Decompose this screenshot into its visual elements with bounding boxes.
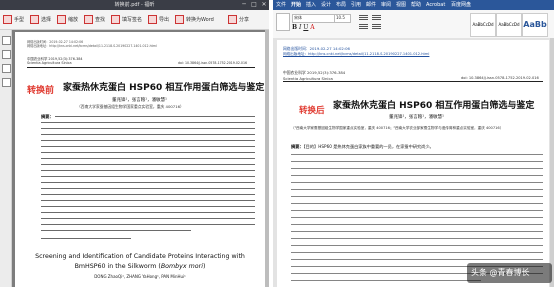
sign-label: 填写签名 [122,17,143,23]
tab-review[interactable]: 审阅 [381,1,391,9]
attachment-icon[interactable] [2,78,11,87]
export-label: 导出 [159,17,170,23]
tab-mailings[interactable]: 邮件 [366,1,376,9]
style-normal[interactable]: AaBbCcDd [470,13,496,37]
hand-icon [3,15,12,24]
tab-layout[interactable]: 布局 [336,1,346,9]
pdf-meta-line2: 网络出版地址：http://kns.cnki.net/kcms/detail/1… [27,44,157,48]
watermark-badge: 头条 @青春博长 [467,263,552,283]
pdf-affiliation-cn: （西南大学家蚕基因组生物学国家重点实验室，重庆 400716） [77,104,184,109]
word-doi: doi: 10.3864/j.issn.0578-1752.2019.02.01… [461,76,539,80]
zoom-icon [57,15,66,24]
pdf-title-en-line2: BmHSP60 in the Silkworm (Bombyx mori) [15,263,265,270]
minimize-icon[interactable]: ─ [240,1,248,9]
find-label: 查找 [95,17,106,23]
maximize-icon[interactable]: □ [250,1,258,9]
zoom-button[interactable]: 缩放 [57,14,78,26]
font-name-select[interactable]: 宋体 [292,14,335,23]
search-icon [84,15,93,24]
watermark-text: 头条 @青春博长 [471,268,530,277]
word-ribbon: 宋体 10.5 B I U A AaBbCcDd AaBbCcDd AaBb [273,10,554,38]
pdf-header-rule [27,67,255,68]
thumbnail-icon[interactable] [2,50,11,59]
pdf-authors-cn: 董兆锋¹，张言粮¹，潘敏慧¹ [112,98,167,103]
hand-label: 手型 [14,17,25,23]
find-button[interactable]: 查找 [84,14,105,26]
tab-insert[interactable]: 插入 [306,1,316,9]
pdf-title-text: 转换前.pdf - 福昕 [114,2,155,8]
tab-file[interactable]: 文件 [276,1,286,9]
word-meta-line2[interactable]: 网络出版地址：http://kns.cnki.net/kcms/detail/1… [283,52,429,57]
tab-design[interactable]: 设计 [321,1,331,9]
pdf-journal-en: Scientia Agricultura Sinica [27,61,72,65]
style-no-spacing[interactable]: AaBbCcDd [496,13,522,37]
tab-baidu[interactable]: 百度网盘 [451,1,471,9]
pdf-authors-en: DONG ZhaoQi¹, ZHANG YaHong¹, PAN MinHui¹ [94,274,186,279]
font-color-icon[interactable]: A [310,24,314,31]
convert-label: 转换为Word [186,17,214,23]
pdf-title-en-line1: Screening and Identification of Candidat… [35,253,245,260]
cursor-icon [30,15,39,24]
pdf-sidebar [0,30,12,287]
italic-icon[interactable]: I [299,24,301,31]
export-button[interactable]: 导出 [148,14,169,26]
word-ribbon-tabs: 文件 开始 插入 设计 布局 引用 邮件 审阅 视图 帮助 Acrobat 百度… [273,0,554,10]
bold-icon[interactable]: B [292,24,297,31]
sign-button[interactable]: 填写签名 [111,14,142,26]
convert-icon [175,15,184,24]
word-abstract-start: 摘要：【目的】HSP60 是热休克蛋白家族中重要的一员，在家蚕中研究尚少。 [291,144,434,150]
word-scrollbar[interactable] [550,38,554,287]
hand-tool-button[interactable]: 手型 [3,14,24,26]
tab-home[interactable]: 开始 [291,1,301,9]
tab-references[interactable]: 引用 [351,1,361,9]
word-abstract-first: 【目的】HSP60 是热休克蛋白家族中重要的一员，在家蚕中研究尚少。 [303,144,434,149]
align-center-icon[interactable] [372,24,381,25]
word-title-cn: 家蚕热休克蛋白 HSP60 相互作用蛋白筛选与鉴定 [333,101,535,111]
numbering-icon[interactable] [372,15,381,16]
select-label: 选择 [41,17,52,23]
pdf-before-tag: 转换前 [27,86,55,96]
close-icon[interactable]: ✕ [260,1,268,9]
pdf-title-en-italic: Bombyx mori [160,263,203,270]
convert-button[interactable]: 转换为Word [175,14,214,26]
style-heading1[interactable]: AaBb [522,13,548,37]
pdf-window-title: 转换前.pdf - 福昕 [0,0,269,10]
word-after-tag: 转换后 [299,106,325,116]
pdf-doi: doi: 10.3864/j.issn.0578-1752.2019.02.01… [178,61,248,65]
select-tool-button[interactable]: 选择 [30,14,51,26]
pdf-title-en-plain: BmHSP60 in the Silkworm ( [74,263,161,270]
word-authors-cn: 董兆锋¹，张言粮¹，潘敏慧¹ [389,115,444,120]
tab-help[interactable]: 帮助 [411,1,421,9]
bookmark-icon[interactable] [2,36,11,45]
pdf-title-en-end: ) [202,263,206,270]
tab-view[interactable]: 视图 [396,1,406,9]
pen-icon [111,15,120,24]
share-button[interactable]: 分享 [228,14,249,26]
zoom-label: 缩放 [68,17,79,23]
align-left-icon[interactable] [359,24,368,25]
share-label: 分享 [239,17,250,23]
share-icon [228,15,237,24]
pdf-title-cn: 家蚕热休克蛋白 HSP60 相互作用蛋白筛选与鉴定 [63,83,265,93]
word-abstract-label: 摘要： [291,144,304,149]
underline-icon[interactable]: U [303,24,308,31]
word-affiliation-cn: （¹西南大学家蚕基因组生物学国家重点实验室，重庆 400716；²西南大学农业部… [291,126,504,130]
tab-acrobat[interactable]: Acrobat [426,1,445,9]
paragraph-group [359,14,405,32]
pdf-toolbar: 手型 选择 缩放 查找 填写签名 导出 转换为Word 分享 [0,10,269,30]
pdf-page: 网络出版时间：2019-02-27 14:02:06 网络出版地址：http:/… [15,32,265,287]
paste-icon[interactable] [276,13,290,31]
word-page: 网络出版时间：2019-02-27 14:02:06 网络出版地址：http:/… [277,40,549,287]
comment-icon[interactable] [2,64,11,73]
pdf-abstract-label: 摘要： [41,114,54,119]
word-header-rule [283,81,543,82]
export-icon [148,15,157,24]
bullets-icon[interactable] [359,15,368,16]
font-size-select[interactable]: 10.5 [334,14,351,23]
